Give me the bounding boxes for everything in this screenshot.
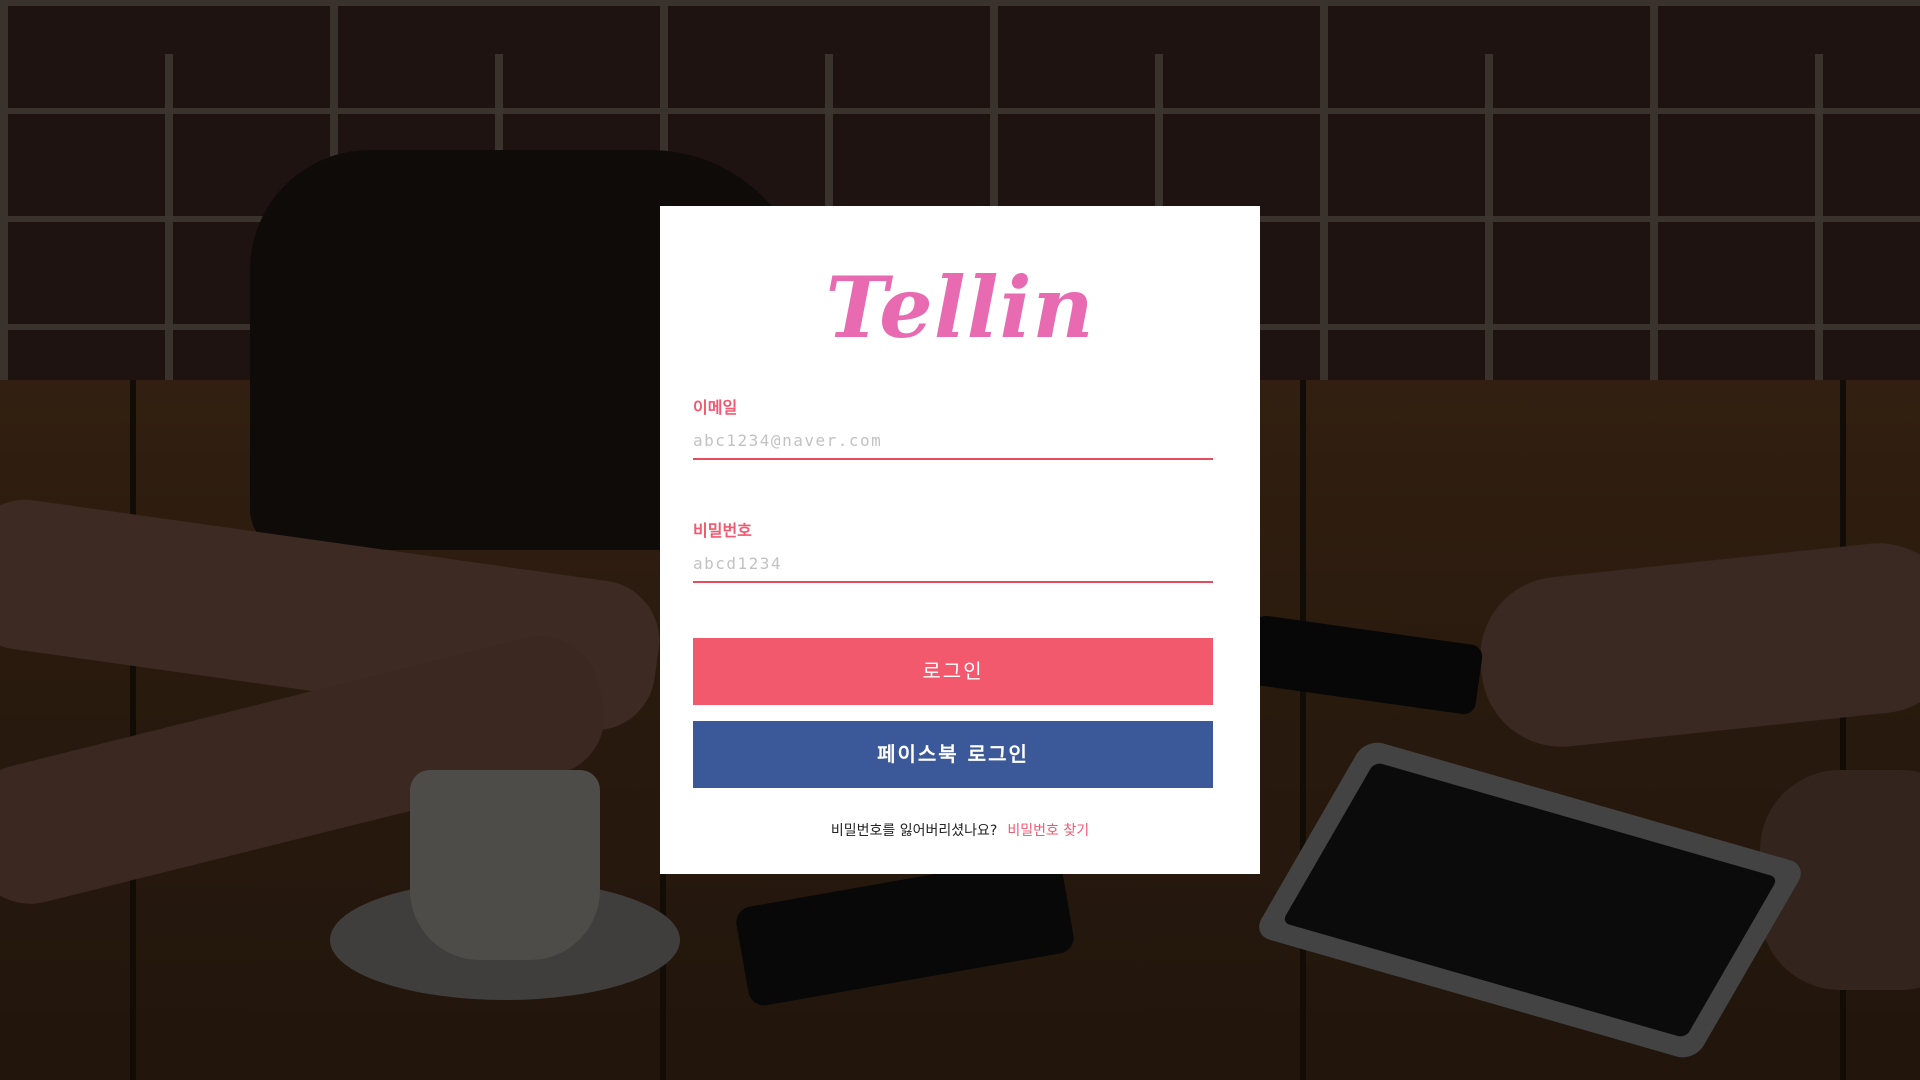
facebook-login-button[interactable]: 페이스북 로그인 [693, 721, 1213, 788]
find-password-link[interactable]: 비밀번호 찾기 [1007, 823, 1089, 839]
password-field[interactable] [693, 545, 1213, 583]
email-label: 이메일 [693, 398, 738, 417]
forgot-password-row: 비밀번호를 잃어버리셨나요? 비밀번호 찾기 [660, 820, 1260, 840]
forgot-password-text: 비밀번호를 잃어버리셨나요? [830, 823, 998, 839]
password-label: 비밀번호 [693, 521, 752, 540]
login-card: Tellin 이메일 비밀번호 로그인 페이스북 로그인 비밀번호를 잃어버리셨… [660, 206, 1260, 874]
tellin-logo: Tellin [825, 258, 1095, 357]
email-field[interactable] [693, 422, 1213, 460]
login-button[interactable]: 로그인 [693, 638, 1213, 705]
